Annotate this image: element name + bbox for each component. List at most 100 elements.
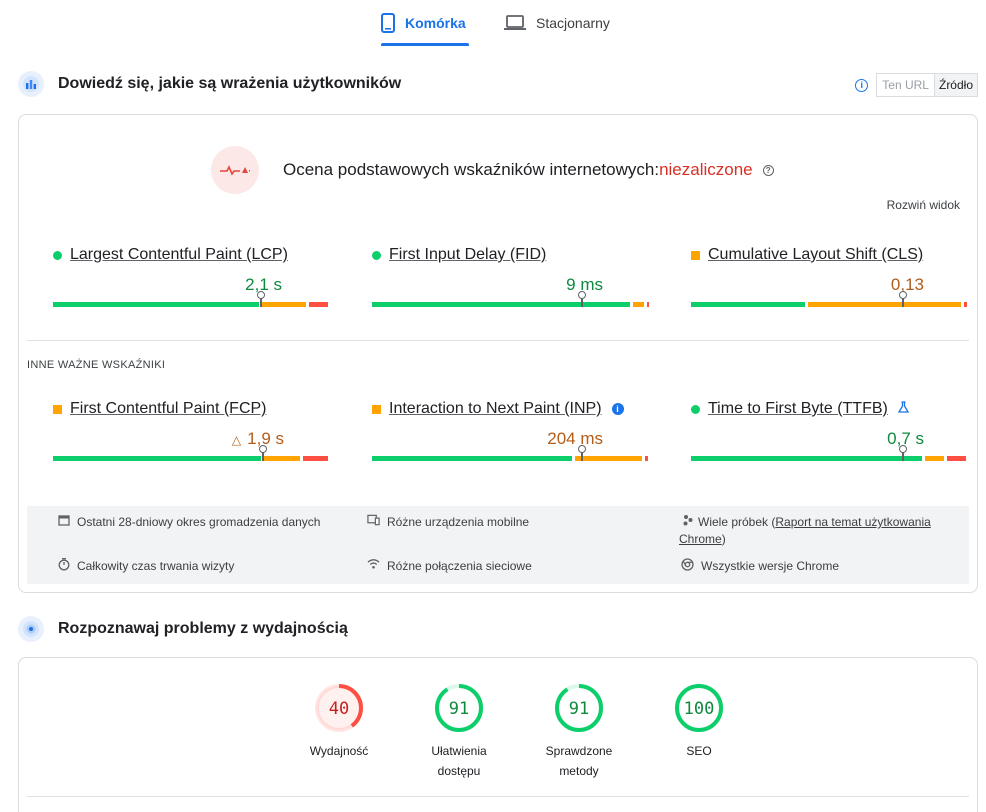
tab-mobile[interactable]: Komórka <box>381 0 469 46</box>
metric-name-link[interactable]: First Input Delay (FID) <box>389 246 546 264</box>
average-segment <box>925 456 944 461</box>
laptop-icon <box>504 15 526 30</box>
good-segment <box>691 302 805 307</box>
info-network: Różne połączenia sieciowe <box>367 558 532 575</box>
poor-segment <box>964 302 967 307</box>
gauge-label: SEO <box>639 741 759 761</box>
people-icon <box>681 514 694 526</box>
timer-icon <box>57 558 70 571</box>
other-metrics-label: INNE WAŻNE WSKAŹNIKI <box>27 359 166 371</box>
crux-section-header: Dowiedź się, jakie są wrażenia użytkowni… <box>18 71 401 97</box>
metric-name-link[interactable]: Largest Contentful Paint (LCP) <box>70 246 288 264</box>
metric-header: Interaction to Next Paint (INP) i <box>372 400 652 418</box>
info-text: Wiele próbek ( <box>698 515 776 529</box>
average-segment <box>264 456 300 461</box>
poor-segment <box>303 456 328 461</box>
experimental-flask-icon[interactable] <box>897 400 909 418</box>
warning-icon: △ <box>231 433 242 447</box>
failed-assessment-icon <box>211 146 259 194</box>
average-indicator-icon <box>372 404 381 414</box>
info-collection-period: Ostatni 28-dniowy okres gromadzenia dany… <box>57 514 320 531</box>
good-segment <box>372 456 572 461</box>
data-info-panel: Ostatni 28-dniowy okres gromadzenia dany… <box>27 506 969 584</box>
calendar-icon <box>57 514 70 526</box>
this-url-button[interactable]: Ten URL <box>877 74 935 96</box>
gauge-label: Sprawdzone metody <box>519 741 639 781</box>
good-indicator-icon <box>53 250 62 260</box>
p75-marker <box>259 445 267 461</box>
score-gauge[interactable]: 40 Wydajność <box>279 682 399 761</box>
gauge-ring: 40 <box>315 684 363 732</box>
metric-inp: Interaction to Next Paint (INP) i 204 ms <box>372 400 652 461</box>
good-segment <box>691 456 922 461</box>
distribution-bar <box>372 291 650 307</box>
average-segment <box>262 302 306 307</box>
gauge-ring: 91 <box>435 684 483 732</box>
crux-title: Dowiedź się, jakie są wrażenia użytkowni… <box>58 75 402 92</box>
expand-view-link[interactable]: Rozwiń widok <box>887 198 960 212</box>
chrome-icon <box>681 558 694 571</box>
poor-segment <box>645 456 648 461</box>
url-origin-toggle: i Ten URL Źródło <box>855 73 978 97</box>
metric-fid: First Input Delay (FID) 9 ms <box>372 246 652 307</box>
metric-fcp: First Contentful Paint (FCP) △ 1,9 s <box>53 400 333 461</box>
info-text: ) <box>721 532 726 546</box>
metric-name-link[interactable]: Cumulative Layout Shift (CLS) <box>708 246 923 264</box>
good-indicator-icon <box>372 250 381 260</box>
devices-icon <box>367 514 380 526</box>
info-samples: Wiele próbek (Raport na temat użytkowani… <box>679 514 969 548</box>
divider <box>27 796 969 797</box>
average-indicator-icon <box>691 250 700 260</box>
gauge-ring: 91 <box>555 684 603 732</box>
info-text: Różne urządzenia mobilne <box>387 515 530 529</box>
average-segment <box>808 302 961 307</box>
tab-desktop-label: Stacjonarny <box>536 15 610 31</box>
info-text: Ostatni 28-dniowy okres gromadzenia dany… <box>77 515 321 529</box>
gauge-label: Wydajność <box>279 741 399 761</box>
lighthouse-card: 40 Wydajność 91 Ułatwienia dostępu 91 Sprawdzo… <box>18 657 978 812</box>
assessment-label: Ocena podstawowych wskaźników internetow… <box>283 160 660 179</box>
metric-name-link[interactable]: Interaction to Next Paint (INP) <box>389 400 602 418</box>
poor-segment <box>647 302 649 307</box>
divider <box>27 340 969 341</box>
gauge-score: 40 <box>329 699 349 719</box>
score-gauge[interactable]: 91 Ułatwienia dostępu <box>399 682 519 781</box>
metric-header: Time to First Byte (TTFB) <box>691 400 971 418</box>
good-segment <box>372 302 630 307</box>
metric-value: 0,13 <box>891 275 924 295</box>
lab-data-icon <box>18 616 44 642</box>
good-segment <box>53 456 261 461</box>
metric-value-text: 204 ms <box>547 429 603 448</box>
assessment-status: niezaliczone <box>659 160 753 179</box>
gauge-label-line: dostępu <box>437 764 481 778</box>
poor-segment <box>947 456 966 461</box>
origin-button[interactable]: Źródło <box>934 74 977 96</box>
tab-desktop[interactable]: Stacjonarny <box>504 0 624 46</box>
metric-value: 204 ms <box>547 429 603 449</box>
info-text: Różne połączenia sieciowe <box>387 559 532 573</box>
gauge-score: 100 <box>684 699 715 719</box>
metric-name-link[interactable]: First Contentful Paint (FCP) <box>70 400 267 418</box>
p75-marker <box>899 291 907 307</box>
metric-name-link[interactable]: Time to First Byte (TTFB) <box>708 400 888 418</box>
metric-lcp: Largest Contentful Paint (LCP) 2,1 s <box>53 246 333 307</box>
good-segment <box>53 302 259 307</box>
lab-title: Rozpoznawaj problemy z wydajnością <box>58 620 348 637</box>
info-icon[interactable]: i <box>611 403 624 415</box>
info-icon[interactable]: i <box>855 78 869 92</box>
gauge-label-line: SEO <box>686 744 712 758</box>
device-tabs: Komórka Stacjonarny <box>0 0 986 48</box>
help-icon[interactable]: ? <box>762 164 774 176</box>
p75-marker <box>578 291 586 307</box>
info-visit-duration: Całkowity czas trwania wizyty <box>57 558 234 575</box>
info-chrome-versions: Wszystkie wersje Chrome <box>679 558 839 575</box>
core-web-vitals-assessment: Ocena podstawowych wskaźników internetow… <box>211 146 774 194</box>
gauge-label-line: metody <box>559 764 599 778</box>
distribution-bar <box>372 445 650 461</box>
metric-cls: Cumulative Layout Shift (CLS) 0,13 <box>691 246 971 307</box>
score-gauge[interactable]: 91 Sprawdzone metody <box>519 682 639 781</box>
metric-header: First Contentful Paint (FCP) <box>53 400 333 418</box>
info-devices: Różne urządzenia mobilne <box>367 514 529 531</box>
scope-toggle: Ten URL Źródło <box>876 73 978 97</box>
score-gauge[interactable]: 100 SEO <box>639 682 759 761</box>
